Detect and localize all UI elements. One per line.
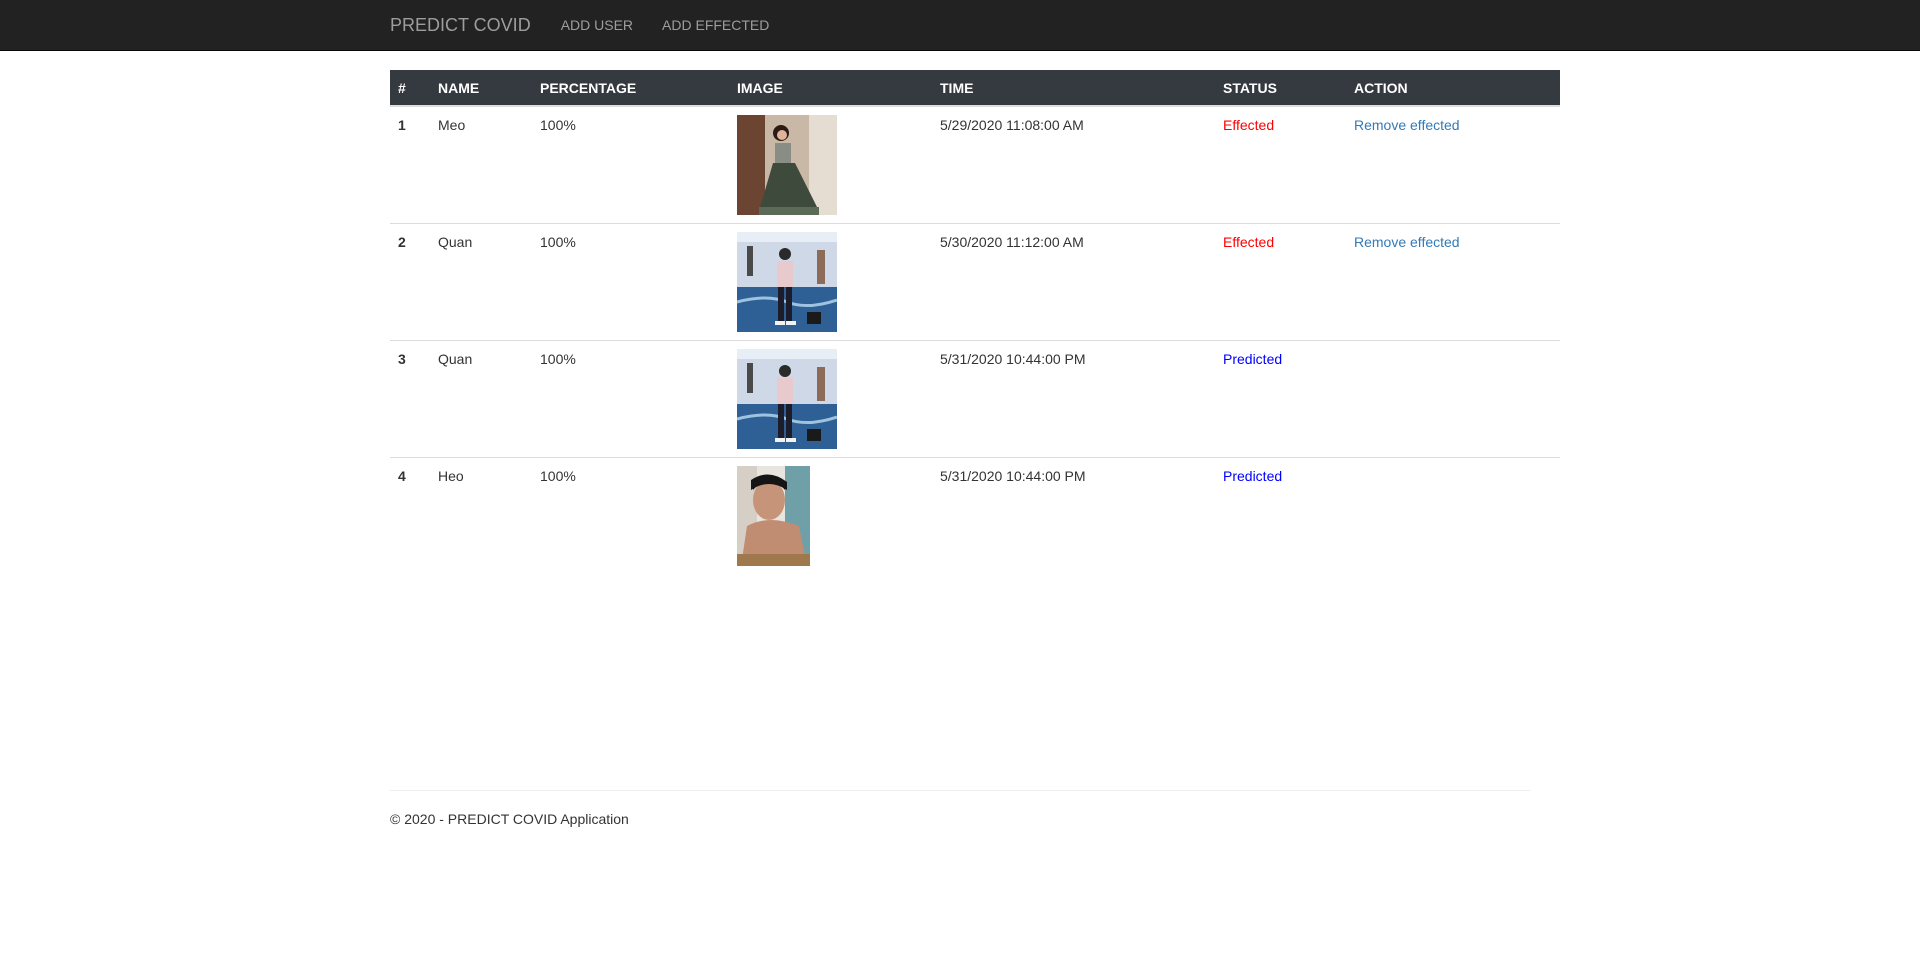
row-time: 5/29/2020 11:08:00 AM xyxy=(940,117,1084,133)
main-content: # NAME PERCENTAGE IMAGE TIME STATUS ACTI… xyxy=(390,70,1560,575)
navbar: PREDICT COVID ADD USER ADD EFFECTED xyxy=(0,0,1920,51)
row-name: Quan xyxy=(430,340,532,458)
remove-effected-link[interactable]: Remove effected xyxy=(1354,117,1460,133)
row-action-cell: Remove effected xyxy=(1346,106,1560,224)
row-image-cell xyxy=(729,457,932,575)
row-action-cell xyxy=(1346,457,1560,575)
user-photo xyxy=(737,115,837,215)
row-time: 5/30/2020 11:12:00 AM xyxy=(932,223,1215,341)
row-status: Effected xyxy=(1215,223,1346,341)
nav-add-user-link[interactable]: ADD USER xyxy=(561,17,633,33)
brand-link[interactable]: PREDICT COVID xyxy=(390,15,531,36)
row-percentage: 100% xyxy=(532,223,729,341)
table-row: 4 Heo 100% 5/31/2020 10:44:00 PM Predict… xyxy=(390,457,1560,575)
row-status: Effected xyxy=(1223,117,1275,133)
row-status: Predicted xyxy=(1215,457,1346,575)
row-percentage: 100% xyxy=(532,457,729,575)
row-number: 1 xyxy=(398,117,406,133)
table-row: 2 Quan 100% 5/30/2020 11:12:00 AM Effect… xyxy=(390,223,1560,341)
row-time: 5/31/2020 10:44:00 PM xyxy=(932,340,1215,458)
header-action: ACTION xyxy=(1346,70,1560,107)
users-table: # NAME PERCENTAGE IMAGE TIME STATUS ACTI… xyxy=(390,70,1560,575)
nav-add-effected-link[interactable]: ADD EFFECTED xyxy=(662,17,769,33)
row-number: 4 xyxy=(390,457,430,575)
row-image-cell xyxy=(729,223,932,341)
header-name: NAME xyxy=(430,70,532,107)
footer: © 2020 - PREDICT COVID Application xyxy=(390,790,1530,827)
header-image: IMAGE xyxy=(729,70,932,107)
table-row: 1 Meo 100% 5/29/2020 11:08:00 AM Effecte… xyxy=(390,106,1560,224)
navbar-inner: PREDICT COVID ADD USER ADD EFFECTED xyxy=(390,0,798,50)
row-time: 5/31/2020 10:44:00 PM xyxy=(932,457,1215,575)
row-name: Quan xyxy=(430,223,532,341)
row-action-cell xyxy=(1346,340,1560,458)
header-time: TIME xyxy=(932,70,1215,107)
user-photo xyxy=(737,232,837,332)
row-status: Predicted xyxy=(1215,340,1346,458)
row-name: Meo xyxy=(438,117,466,133)
row-action-cell: Remove effected xyxy=(1346,223,1560,341)
header-status: STATUS xyxy=(1215,70,1346,107)
row-number: 2 xyxy=(390,223,430,341)
row-percentage: 100% xyxy=(540,117,576,133)
user-photo xyxy=(737,349,837,449)
table-header: # NAME PERCENTAGE IMAGE TIME STATUS ACTI… xyxy=(390,70,1560,107)
footer-copyright: © 2020 - PREDICT COVID Application xyxy=(390,811,629,827)
row-percentage: 100% xyxy=(532,340,729,458)
row-number: 3 xyxy=(390,340,430,458)
header-percentage: PERCENTAGE xyxy=(532,70,729,107)
header-number: # xyxy=(390,70,430,107)
user-photo xyxy=(737,466,810,566)
remove-effected-link[interactable]: Remove effected xyxy=(1354,234,1460,250)
row-image-cell xyxy=(729,340,932,458)
row-name: Heo xyxy=(430,457,532,575)
row-image-cell xyxy=(729,106,932,224)
table-row: 3 Quan 100% 5/31/2020 10:44:00 PM Predic… xyxy=(390,340,1560,458)
